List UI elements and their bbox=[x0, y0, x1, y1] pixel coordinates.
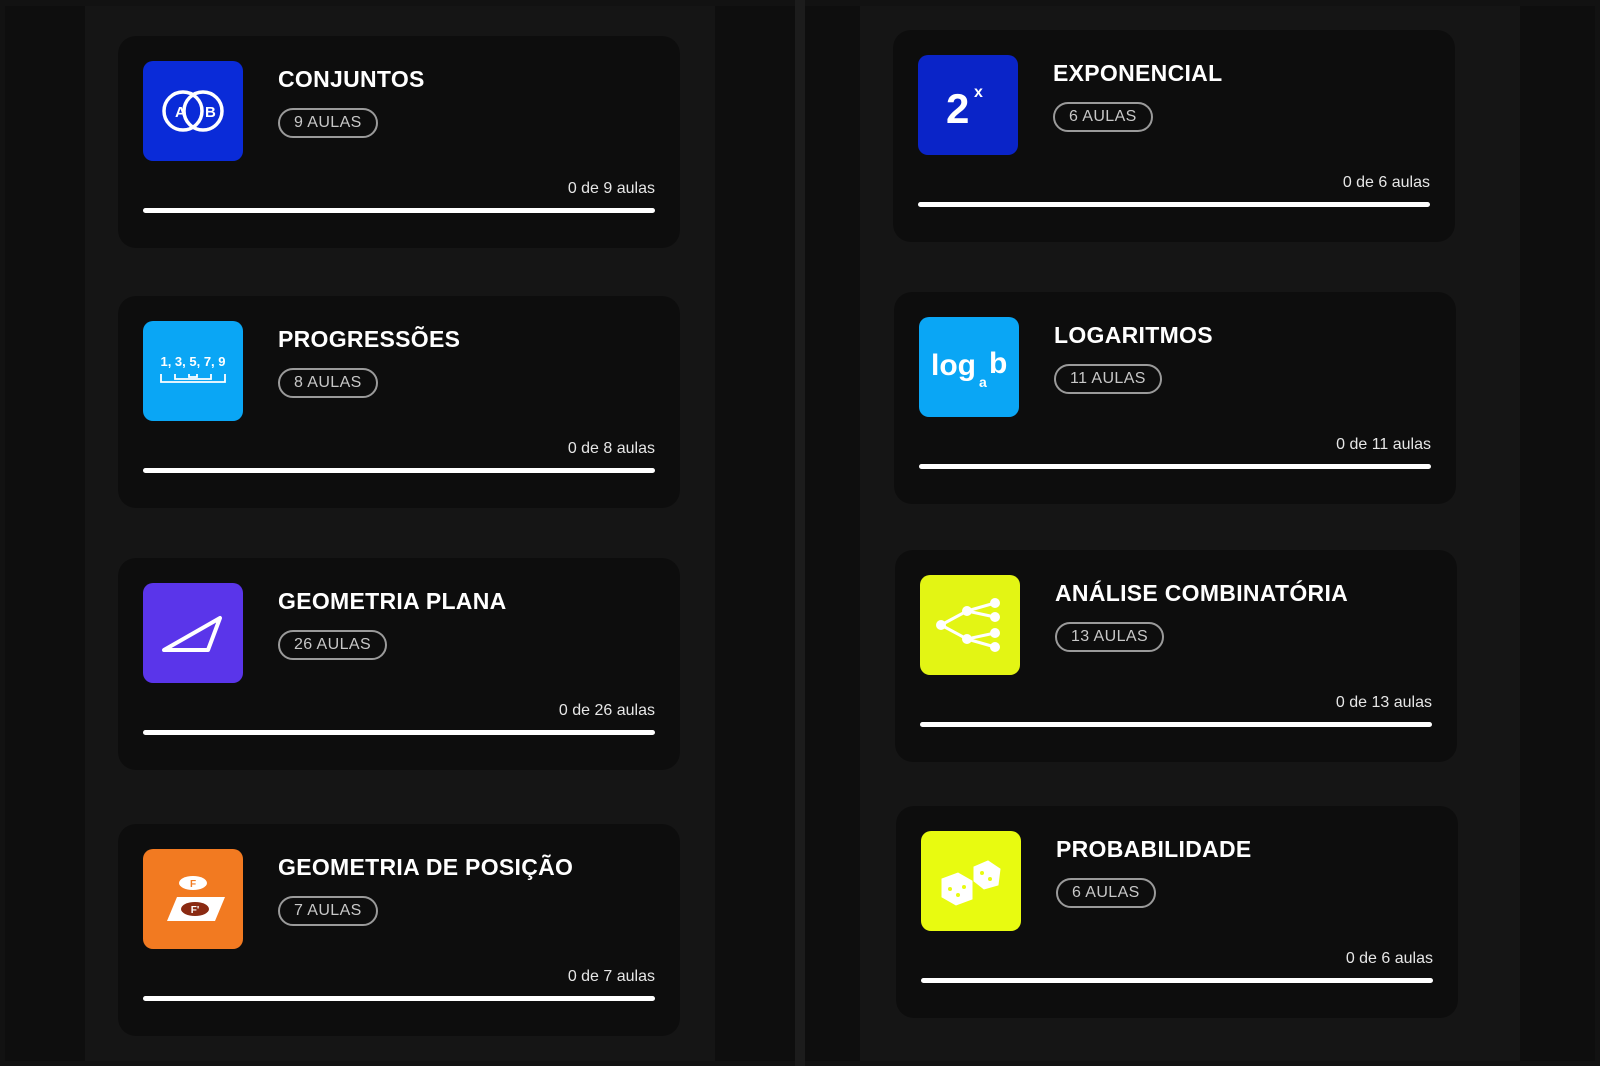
svg-text:A: A bbox=[175, 104, 186, 121]
course-title: GEOMETRIA PLANA bbox=[278, 588, 507, 614]
progress-label: 0 de 13 aulas bbox=[1335, 694, 1432, 711]
progress-bar bbox=[143, 996, 655, 1001]
progress-bar bbox=[918, 202, 1430, 207]
progress-label: 0 de 26 aulas bbox=[558, 702, 655, 719]
lessons-count-badge: 26 AULAS bbox=[278, 630, 388, 660]
svg-text:1, 3, 5, 7, 9: 1, 3, 5, 7, 9 bbox=[160, 354, 225, 369]
course-card-geometria-plana[interactable]: GEOMETRIA PLANA 26 AULAS 0 de 26 aulas bbox=[118, 558, 680, 770]
lessons-count-badge: 6 AULAS bbox=[1056, 878, 1156, 908]
svg-text:a: a bbox=[979, 374, 987, 390]
course-card-analise-combinatoria[interactable]: ANÁLISE COMBINATÓRIA 13 AULAS 0 de 13 au… bbox=[895, 550, 1457, 762]
panel-divider bbox=[795, 0, 805, 1066]
logarithm-icon: log a b bbox=[919, 317, 1019, 417]
left-panel: A B CONJUNTOS 9 AULAS 0 de 9 aulas 1, 3,… bbox=[5, 6, 795, 1061]
exponent-icon: 2 x bbox=[918, 55, 1018, 155]
progress-bar bbox=[919, 464, 1431, 469]
progress-label: 0 de 7 aulas bbox=[567, 968, 655, 985]
triangle-icon bbox=[143, 583, 243, 683]
lessons-count-badge: 7 AULAS bbox=[278, 896, 378, 926]
right-course-list: 2 x EXPONENCIAL 6 AULAS 0 de 6 aulas log… bbox=[860, 6, 1520, 1061]
screenshot-frame: A B CONJUNTOS 9 AULAS 0 de 9 aulas 1, 3,… bbox=[0, 0, 1600, 1066]
progress-label: 0 de 9 aulas bbox=[567, 180, 655, 197]
lessons-count-badge: 8 AULAS bbox=[278, 368, 378, 398]
svg-text:log: log bbox=[931, 349, 976, 382]
lessons-count-badge: 13 AULAS bbox=[1055, 622, 1165, 652]
svg-text:b: b bbox=[989, 347, 1007, 380]
course-card-geometria-de-posicao[interactable]: F F' GEOMETRIA DE POSIÇÃO 7 AULAS 0 de 7… bbox=[118, 824, 680, 1036]
course-title: PROBABILIDADE bbox=[1056, 836, 1252, 862]
svg-text:F: F bbox=[190, 879, 196, 890]
left-course-list: A B CONJUNTOS 9 AULAS 0 de 9 aulas 1, 3,… bbox=[85, 6, 715, 1061]
course-title: EXPONENCIAL bbox=[1053, 60, 1223, 86]
progress-label: 0 de 8 aulas bbox=[567, 440, 655, 457]
sequence-icon: 1, 3, 5, 7, 9 bbox=[143, 321, 243, 421]
lessons-count-badge: 9 AULAS bbox=[278, 108, 378, 138]
course-card-progressoes[interactable]: 1, 3, 5, 7, 9 PROGRESSÕES 8 AULAS 0 de 8… bbox=[118, 296, 680, 508]
svg-text:B: B bbox=[205, 104, 216, 121]
lessons-count-badge: 6 AULAS bbox=[1053, 102, 1153, 132]
course-card-probabilidade[interactable]: PROBABILIDADE 6 AULAS 0 de 6 aulas bbox=[896, 806, 1458, 1018]
branching-tree-icon bbox=[920, 575, 1020, 675]
dice-icon bbox=[921, 831, 1021, 931]
right-panel: 2 x EXPONENCIAL 6 AULAS 0 de 6 aulas log… bbox=[805, 6, 1595, 1061]
course-card-conjuntos[interactable]: A B CONJUNTOS 9 AULAS 0 de 9 aulas bbox=[118, 36, 680, 248]
course-title: ANÁLISE COMBINATÓRIA bbox=[1055, 580, 1349, 606]
svg-text:F': F' bbox=[191, 905, 200, 916]
course-card-logaritmos[interactable]: log a b LOGARITMOS 11 AULAS 0 de 11 aula… bbox=[894, 292, 1456, 504]
course-title: CONJUNTOS bbox=[278, 66, 425, 92]
course-title: GEOMETRIA DE POSIÇÃO bbox=[278, 854, 574, 880]
progress-label: 0 de 6 aulas bbox=[1342, 174, 1430, 191]
svg-text:2: 2 bbox=[946, 85, 969, 132]
lessons-count-badge: 11 AULAS bbox=[1054, 364, 1162, 394]
course-title: PROGRESSÕES bbox=[278, 326, 461, 352]
progress-bar bbox=[143, 730, 655, 735]
progress-bar bbox=[143, 468, 655, 473]
venn-diagram-icon: A B bbox=[143, 61, 243, 161]
progress-label: 0 de 6 aulas bbox=[1345, 950, 1433, 967]
course-title: LOGARITMOS bbox=[1054, 322, 1213, 348]
progress-bar bbox=[921, 978, 1433, 983]
progress-bar bbox=[920, 722, 1432, 727]
progress-bar bbox=[143, 208, 655, 213]
plane-projection-icon: F F' bbox=[143, 849, 243, 949]
progress-label: 0 de 11 aulas bbox=[1336, 436, 1431, 453]
course-card-exponencial[interactable]: 2 x EXPONENCIAL 6 AULAS 0 de 6 aulas bbox=[893, 30, 1455, 242]
svg-text:x: x bbox=[974, 84, 983, 101]
